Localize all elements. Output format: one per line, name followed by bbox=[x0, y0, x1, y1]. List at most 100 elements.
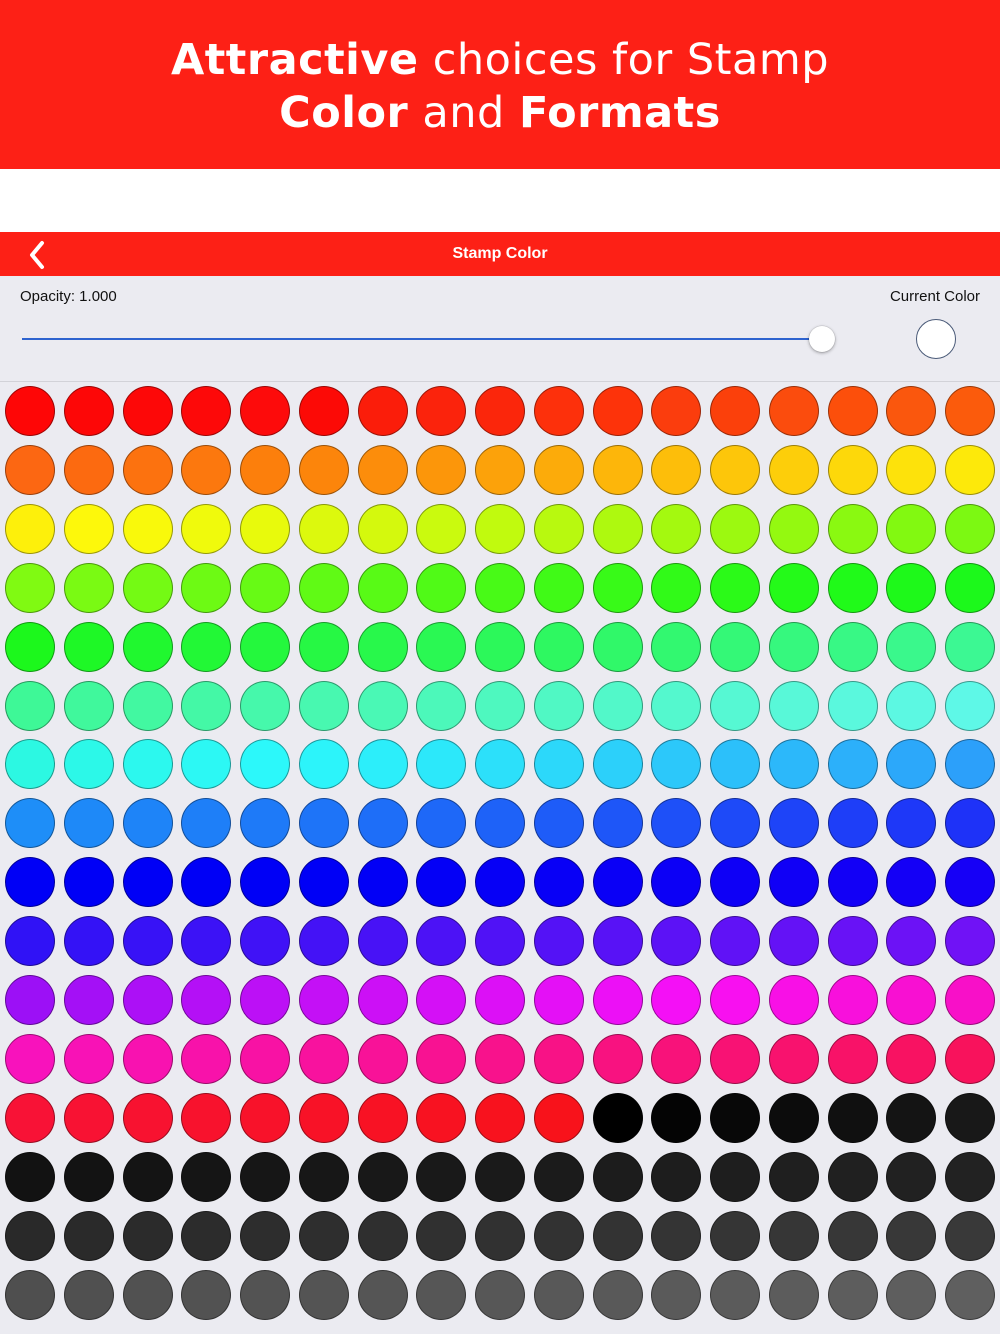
color-swatch[interactable] bbox=[357, 680, 408, 731]
color-swatch[interactable] bbox=[122, 975, 173, 1025]
color-swatch[interactable] bbox=[5, 975, 55, 1025]
color-swatch[interactable] bbox=[945, 1092, 995, 1143]
color-swatch[interactable] bbox=[533, 1210, 584, 1261]
color-swatch[interactable] bbox=[827, 680, 878, 731]
color-swatch[interactable] bbox=[710, 562, 760, 613]
color-swatch[interactable] bbox=[827, 621, 878, 672]
color-swatch[interactable] bbox=[63, 680, 114, 731]
color-swatch[interactable] bbox=[710, 857, 760, 908]
slider-thumb[interactable] bbox=[809, 326, 835, 352]
color-swatch[interactable] bbox=[5, 798, 55, 849]
color-swatch[interactable] bbox=[592, 739, 643, 790]
color-swatch[interactable] bbox=[5, 1210, 55, 1261]
color-swatch[interactable] bbox=[181, 916, 232, 967]
color-swatch[interactable] bbox=[240, 386, 290, 436]
color-swatch[interactable] bbox=[122, 916, 173, 967]
color-swatch[interactable] bbox=[240, 1269, 290, 1320]
color-swatch[interactable] bbox=[298, 1210, 349, 1261]
color-swatch[interactable] bbox=[651, 680, 702, 731]
color-swatch[interactable] bbox=[827, 975, 878, 1025]
color-swatch[interactable] bbox=[768, 739, 819, 790]
color-swatch[interactable] bbox=[533, 444, 584, 495]
color-swatch[interactable] bbox=[710, 1092, 760, 1143]
color-swatch[interactable] bbox=[5, 1033, 55, 1084]
color-swatch[interactable] bbox=[886, 1151, 937, 1202]
color-swatch[interactable] bbox=[63, 857, 114, 908]
color-swatch[interactable] bbox=[945, 621, 995, 672]
color-swatch[interactable] bbox=[181, 975, 232, 1025]
color-swatch[interactable] bbox=[710, 444, 760, 495]
color-swatch[interactable] bbox=[945, 503, 995, 554]
color-swatch[interactable] bbox=[533, 916, 584, 967]
color-swatch[interactable] bbox=[475, 1151, 525, 1202]
color-swatch[interactable] bbox=[298, 444, 349, 495]
color-swatch[interactable] bbox=[475, 621, 525, 672]
color-swatch[interactable] bbox=[240, 1092, 290, 1143]
color-swatch[interactable] bbox=[298, 1092, 349, 1143]
color-swatch[interactable] bbox=[886, 1269, 937, 1320]
color-swatch[interactable] bbox=[768, 857, 819, 908]
color-swatch[interactable] bbox=[122, 621, 173, 672]
color-swatch[interactable] bbox=[416, 857, 467, 908]
color-swatch[interactable] bbox=[5, 562, 55, 613]
color-swatch[interactable] bbox=[63, 444, 114, 495]
color-swatch[interactable] bbox=[592, 562, 643, 613]
color-swatch[interactable] bbox=[5, 916, 55, 967]
color-swatch[interactable] bbox=[298, 739, 349, 790]
color-swatch[interactable] bbox=[181, 798, 232, 849]
color-swatch[interactable] bbox=[651, 1210, 702, 1261]
color-swatch[interactable] bbox=[533, 680, 584, 731]
color-swatch[interactable] bbox=[651, 503, 702, 554]
color-swatch[interactable] bbox=[416, 798, 467, 849]
color-swatch[interactable] bbox=[651, 386, 702, 436]
color-swatch[interactable] bbox=[710, 798, 760, 849]
color-swatch[interactable] bbox=[357, 444, 408, 495]
color-swatch[interactable] bbox=[827, 1151, 878, 1202]
color-swatch[interactable] bbox=[651, 1269, 702, 1320]
color-swatch[interactable] bbox=[240, 503, 290, 554]
color-swatch[interactable] bbox=[416, 386, 467, 436]
color-swatch[interactable] bbox=[298, 1033, 349, 1084]
color-swatch[interactable] bbox=[122, 798, 173, 849]
color-swatch[interactable] bbox=[181, 444, 232, 495]
color-swatch[interactable] bbox=[945, 1151, 995, 1202]
color-swatch[interactable] bbox=[710, 739, 760, 790]
color-swatch[interactable] bbox=[240, 739, 290, 790]
color-swatch[interactable] bbox=[886, 503, 937, 554]
color-swatch[interactable] bbox=[710, 386, 760, 436]
color-swatch[interactable] bbox=[240, 1033, 290, 1084]
color-swatch[interactable] bbox=[710, 1210, 760, 1261]
color-swatch[interactable] bbox=[357, 916, 408, 967]
color-swatch[interactable] bbox=[710, 1151, 760, 1202]
color-swatch[interactable] bbox=[357, 1269, 408, 1320]
color-swatch[interactable] bbox=[357, 1033, 408, 1084]
color-swatch[interactable] bbox=[886, 444, 937, 495]
color-swatch[interactable] bbox=[240, 798, 290, 849]
color-swatch[interactable] bbox=[298, 503, 349, 554]
color-swatch[interactable] bbox=[886, 739, 937, 790]
color-swatch[interactable] bbox=[592, 386, 643, 436]
color-swatch[interactable] bbox=[5, 386, 55, 436]
color-swatch[interactable] bbox=[533, 1151, 584, 1202]
color-swatch[interactable] bbox=[416, 1033, 467, 1084]
color-swatch[interactable] bbox=[416, 680, 467, 731]
color-swatch[interactable] bbox=[945, 1210, 995, 1261]
color-swatch[interactable] bbox=[416, 1269, 467, 1320]
color-swatch[interactable] bbox=[886, 562, 937, 613]
color-swatch[interactable] bbox=[298, 916, 349, 967]
color-swatch[interactable] bbox=[240, 444, 290, 495]
color-swatch[interactable] bbox=[768, 503, 819, 554]
color-swatch[interactable] bbox=[710, 916, 760, 967]
color-swatch[interactable] bbox=[357, 857, 408, 908]
color-swatch[interactable] bbox=[533, 1033, 584, 1084]
color-swatch[interactable] bbox=[827, 386, 878, 436]
color-swatch[interactable] bbox=[5, 621, 55, 672]
color-swatch[interactable] bbox=[416, 562, 467, 613]
color-swatch[interactable] bbox=[475, 1210, 525, 1261]
color-swatch[interactable] bbox=[651, 857, 702, 908]
color-swatch[interactable] bbox=[240, 680, 290, 731]
color-swatch[interactable] bbox=[475, 444, 525, 495]
color-swatch[interactable] bbox=[63, 1269, 114, 1320]
color-swatch[interactable] bbox=[240, 1210, 290, 1261]
color-swatch[interactable] bbox=[298, 680, 349, 731]
